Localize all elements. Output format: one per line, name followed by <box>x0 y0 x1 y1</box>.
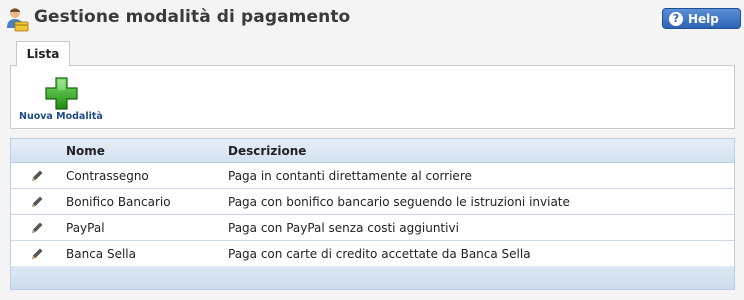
row-description: Paga con carte di credito accettate da B… <box>228 247 531 261</box>
help-button-label: Help <box>688 11 719 26</box>
help-button[interactable]: ? Help <box>662 8 741 29</box>
user-payment-icon <box>7 8 29 32</box>
page-header: Gestione modalità di pagamento ? Help <box>0 0 744 38</box>
table-row: Bonifico Bancario Paga con bonifico banc… <box>11 189 734 215</box>
new-payment-method-button[interactable]: Nuova Modalità <box>19 76 109 124</box>
pencil-icon[interactable] <box>30 169 44 183</box>
table-header: Nome Descrizione <box>11 139 734 163</box>
row-description: Paga con bonifico bancario seguendo le i… <box>228 195 570 209</box>
row-description: Paga con PayPal senza costi aggiuntivi <box>228 221 459 235</box>
table-footer <box>11 266 734 289</box>
payment-methods-table: Nome Descrizione Contrassegno Paga in co… <box>10 138 735 290</box>
pencil-icon[interactable] <box>30 221 44 235</box>
row-name: Banca Sella <box>66 247 136 261</box>
table-row: Banca Sella Paga con carte di credito ac… <box>11 241 734 267</box>
new-payment-method-label: Nuova Modalità <box>19 111 103 122</box>
pencil-icon[interactable] <box>30 195 44 209</box>
tab-lista[interactable]: Lista <box>16 41 70 66</box>
question-circle-icon: ? <box>669 11 683 26</box>
page-title: Gestione modalità di pagamento <box>34 7 351 27</box>
row-name: PayPal <box>66 221 105 235</box>
green-plus-icon <box>45 77 78 110</box>
table-row: Contrassegno Paga in contanti direttamen… <box>11 163 734 189</box>
row-name: Bonifico Bancario <box>66 195 171 209</box>
toolbar-panel: Nuova Modalità <box>10 65 735 129</box>
pencil-icon[interactable] <box>30 247 44 261</box>
row-description: Paga in contanti direttamente al corrier… <box>228 169 472 183</box>
table-row: PayPal Paga con PayPal senza costi aggiu… <box>11 215 734 241</box>
column-header-nome[interactable]: Nome <box>66 144 105 158</box>
column-header-descrizione[interactable]: Descrizione <box>228 144 306 158</box>
row-name: Contrassegno <box>66 169 149 183</box>
